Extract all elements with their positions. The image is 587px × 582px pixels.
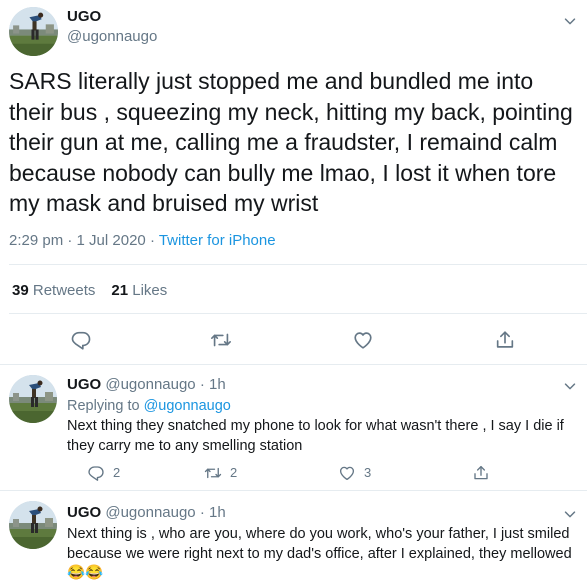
reply-icon xyxy=(87,464,105,482)
meta-separator: · xyxy=(145,232,159,249)
avatar[interactable] xyxy=(9,501,57,549)
display-name[interactable]: UGO xyxy=(67,376,101,393)
likes-label: Likes xyxy=(132,282,168,299)
like-count: 3 xyxy=(364,465,372,480)
reply-time[interactable]: 1h xyxy=(209,504,226,521)
display-name[interactable]: UGO xyxy=(67,504,101,521)
likes-count: 21 xyxy=(111,282,129,299)
retweet-count: 2 xyxy=(230,465,238,480)
tweet-date[interactable]: 1 Jul 2020 xyxy=(77,232,146,249)
reply-text: Next thing they snatched my phone to loo… xyxy=(67,418,564,454)
retweets-stat[interactable]: 39 Retweets xyxy=(12,282,95,299)
meta-separator: · xyxy=(195,504,209,521)
share-action[interactable] xyxy=(472,464,490,482)
replying-label: Replying to xyxy=(67,398,140,414)
avatar[interactable] xyxy=(9,375,57,423)
like-icon xyxy=(338,464,356,482)
handle[interactable]: @ugonnaugo xyxy=(67,28,157,46)
share-icon[interactable] xyxy=(494,329,516,351)
reply-text: Next thing is , who are you, where do yo… xyxy=(67,526,572,581)
chevron-down-icon[interactable] xyxy=(561,505,579,523)
retweet-icon[interactable] xyxy=(210,329,232,351)
tweet-stats: 39 Retweets 21 Likes xyxy=(12,282,167,300)
replying-to: Replying to @ugonnaugo xyxy=(67,397,231,415)
divider xyxy=(9,264,587,265)
like-action[interactable]: 3 xyxy=(338,464,371,482)
chevron-down-icon[interactable] xyxy=(561,12,579,30)
retweet-action[interactable]: 2 xyxy=(204,464,237,482)
avatar-image xyxy=(9,7,58,56)
retweet-icon xyxy=(204,464,222,482)
chevron-down-icon[interactable] xyxy=(561,377,579,395)
reply-time[interactable]: 1h xyxy=(209,376,226,393)
meta-separator: · xyxy=(195,376,209,393)
main-tweet: UGO @ugonnaugo SARS literally just stopp… xyxy=(0,0,587,365)
reply-icon[interactable] xyxy=(70,329,92,351)
reply-header: UGO @ugonnaugo · 1h xyxy=(67,376,226,394)
reply-header: UGO @ugonnaugo · 1h xyxy=(67,504,226,522)
tweet-time[interactable]: 2:29 pm xyxy=(9,232,63,249)
avatar-image xyxy=(9,375,57,423)
share-icon xyxy=(472,464,490,482)
reply-tweet[interactable]: UGO @ugonnaugo · 1h Next thing is , who … xyxy=(0,491,587,582)
retweets-label: Retweets xyxy=(32,282,96,299)
reply-count: 2 xyxy=(113,465,121,480)
retweets-count: 39 xyxy=(12,282,29,299)
likes-stat[interactable]: 21 Likes xyxy=(111,282,167,299)
replying-mention[interactable]: @ugonnaugo xyxy=(144,398,231,414)
handle[interactable]: @ugonnaugo xyxy=(105,504,195,521)
avatar[interactable] xyxy=(9,7,58,56)
tweet-meta: 2:29 pm · 1 Jul 2020 · Twitter for iPhon… xyxy=(9,232,276,250)
reply-action[interactable]: 2 xyxy=(87,464,120,482)
display-name[interactable]: UGO xyxy=(67,8,101,26)
like-icon[interactable] xyxy=(352,329,374,351)
reply-tweet[interactable]: UGO @ugonnaugo · 1h Replying to @ugonnau… xyxy=(0,365,587,490)
handle[interactable]: @ugonnaugo xyxy=(105,376,195,393)
tweet-text: SARS literally just stopped me and bundl… xyxy=(9,68,573,216)
meta-separator: · xyxy=(63,232,77,249)
divider xyxy=(9,313,587,314)
avatar-image xyxy=(9,501,57,549)
tweet-source[interactable]: Twitter for iPhone xyxy=(159,232,276,249)
